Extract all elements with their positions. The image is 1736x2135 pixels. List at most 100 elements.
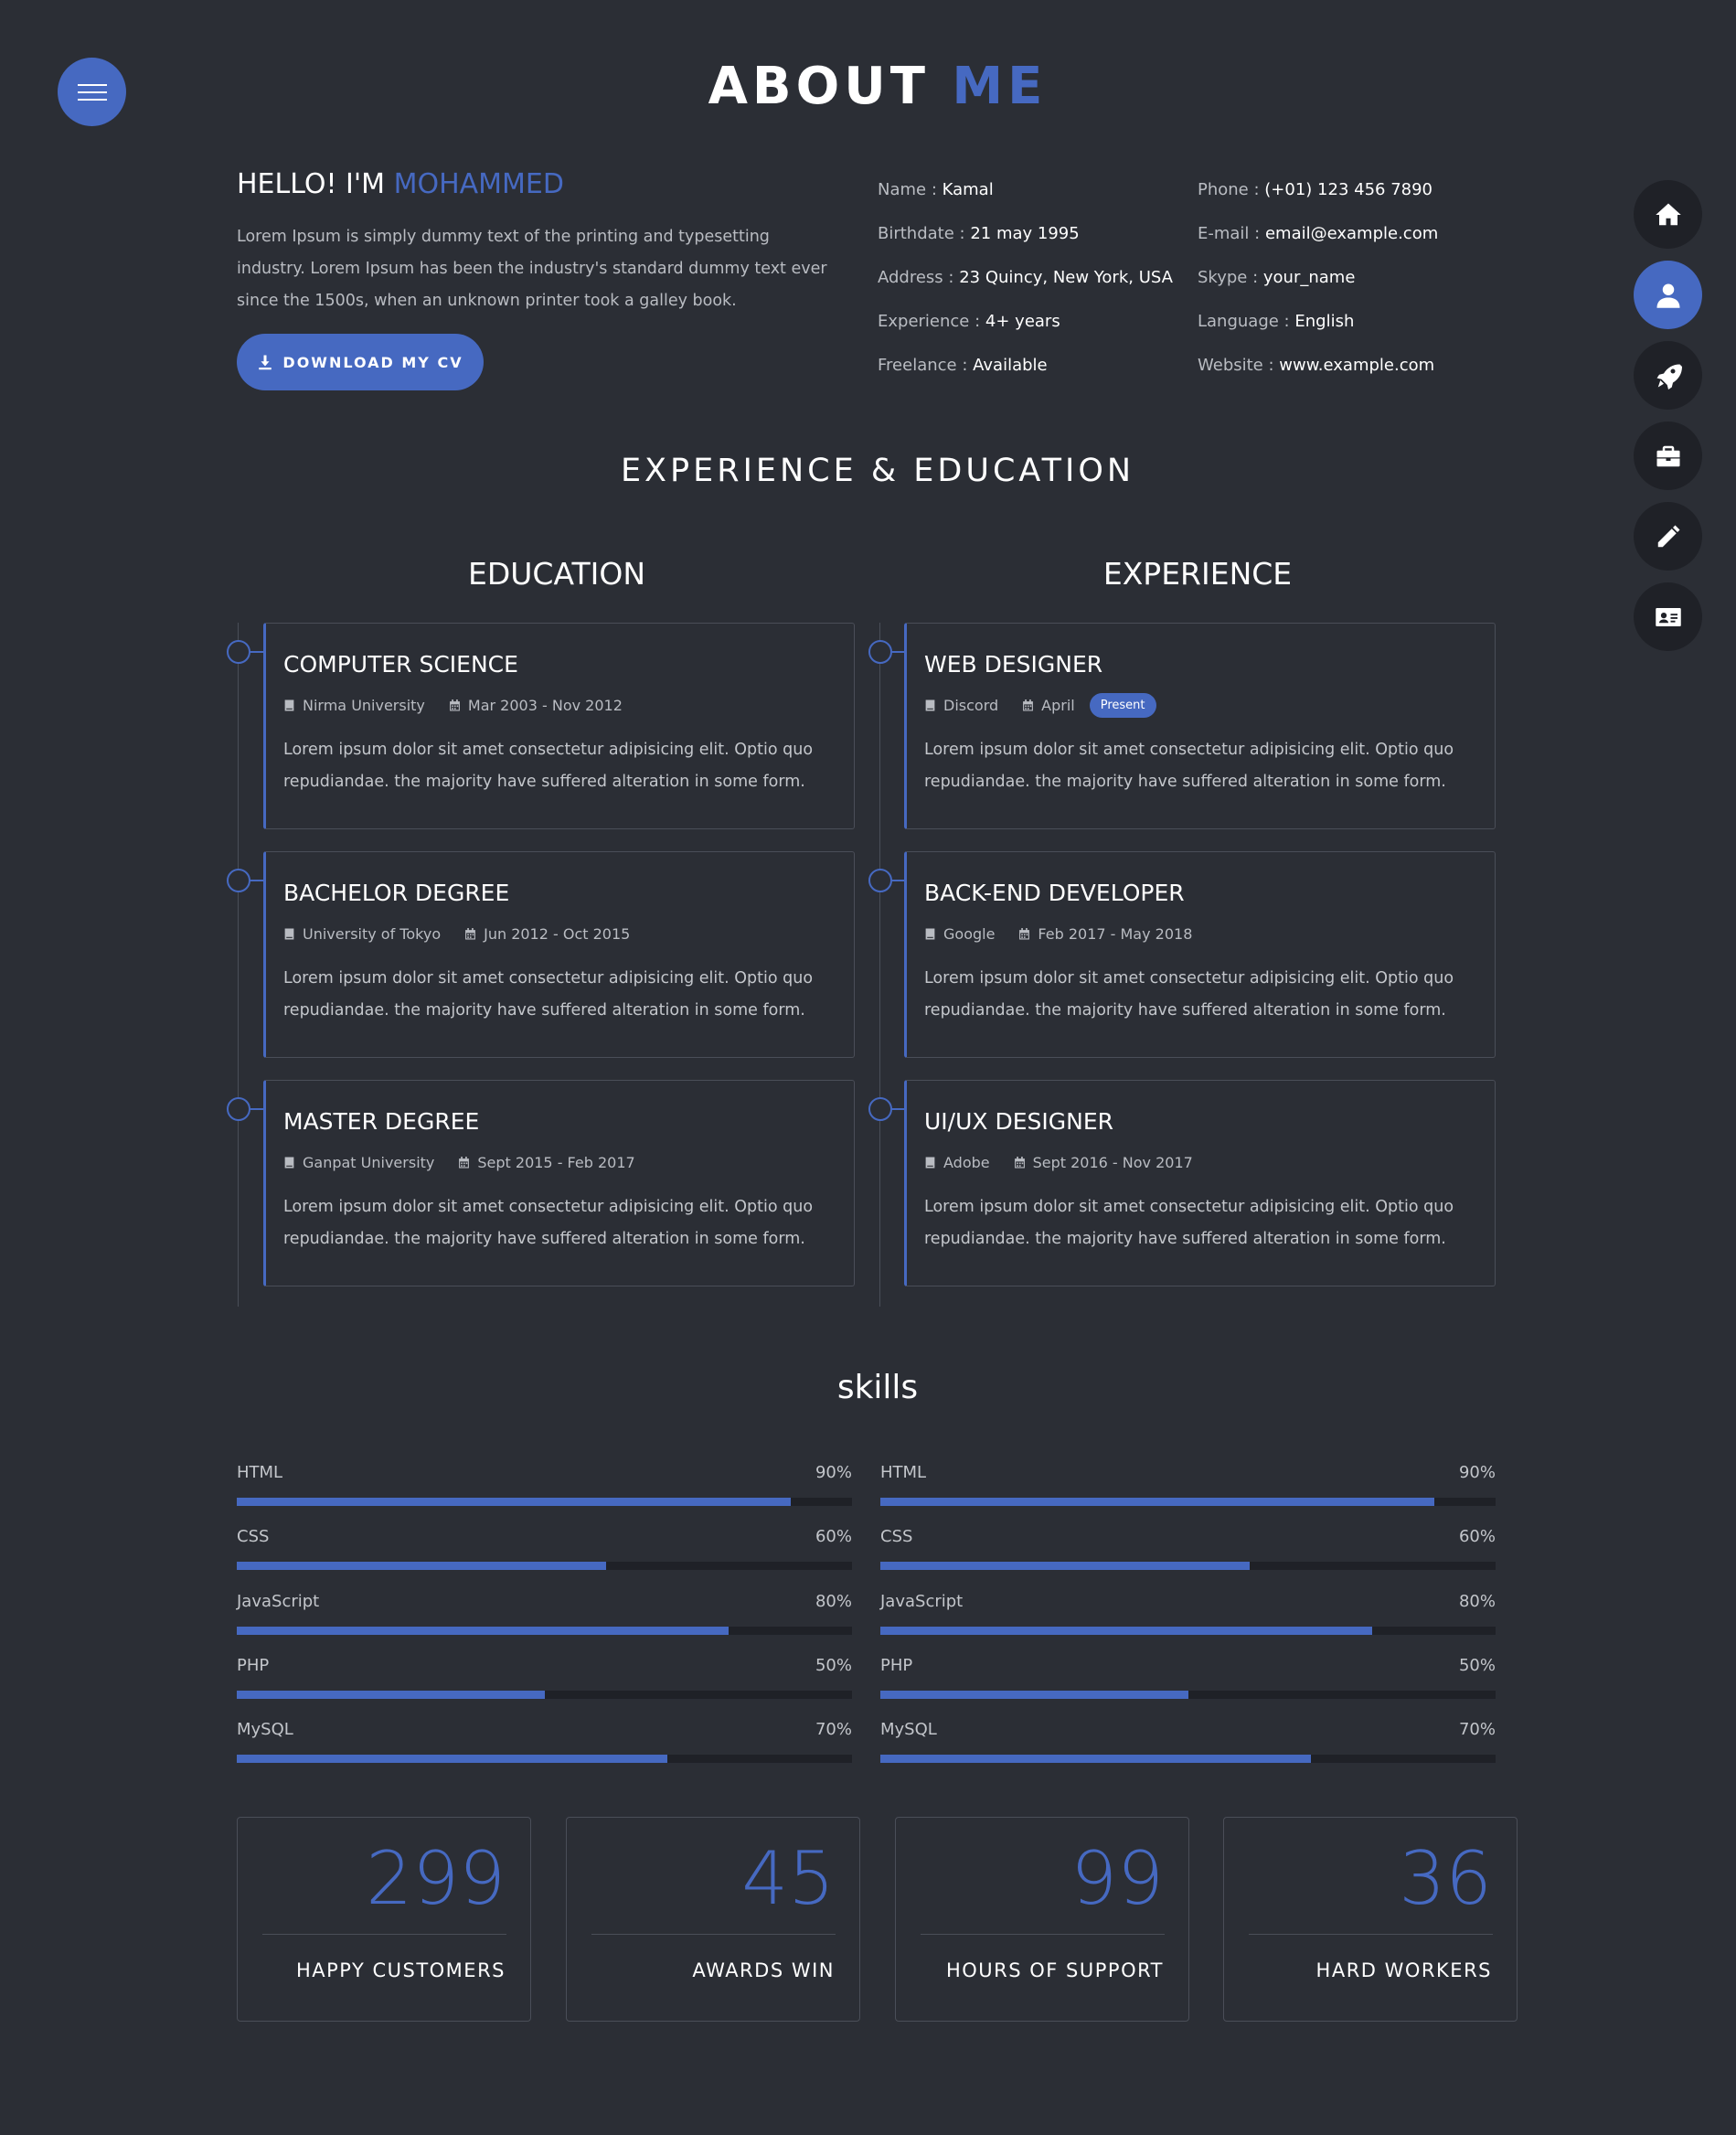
education-card: MASTER DEGREE Ganpat University Sept 201… bbox=[263, 1080, 855, 1286]
education-timeline bbox=[238, 623, 239, 1307]
card-title: BACK-END DEVELOPER bbox=[924, 880, 1185, 906]
skill-fill bbox=[880, 1562, 1250, 1570]
education-card: BACHELOR DEGREE University of Tokyo Jun … bbox=[263, 851, 855, 1058]
skill-fill bbox=[237, 1755, 668, 1763]
skill-fill bbox=[237, 1498, 791, 1506]
timeline-dot bbox=[227, 1097, 250, 1121]
skill-bar: MySQL 70% bbox=[880, 1720, 1496, 1763]
skill-fill bbox=[880, 1498, 1434, 1506]
page-title: ABOUT ME bbox=[708, 57, 1048, 116]
education-heading: EDUCATION bbox=[467, 556, 646, 592]
user-icon bbox=[1656, 283, 1679, 308]
card-text: Lorem ipsum dolor sit amet consectetur a… bbox=[283, 1198, 814, 1248]
info-list-left: Name : Kamal Birthdate : 21 may 1995 Add… bbox=[878, 180, 1173, 400]
skill-fill bbox=[880, 1755, 1312, 1763]
info-row: Name : Kamal bbox=[878, 180, 994, 199]
info-row: Language : English bbox=[1198, 312, 1355, 331]
book-icon bbox=[284, 699, 294, 710]
calendar-icon bbox=[459, 1156, 470, 1168]
info-row: Phone : (+01) 123 456 7890 bbox=[1198, 180, 1432, 199]
book-icon bbox=[925, 1157, 935, 1168]
card-text: Lorem ipsum dolor sit amet consectetur a… bbox=[924, 969, 1454, 1019]
skill-fill bbox=[880, 1691, 1188, 1699]
hello-heading: HELLO! I'M MOHAMMED bbox=[237, 168, 564, 200]
skill-fill bbox=[237, 1562, 606, 1570]
card-title: BACHELOR DEGREE bbox=[283, 880, 510, 906]
skill-fill bbox=[237, 1691, 545, 1699]
counter-number: 299 bbox=[366, 1836, 506, 1921]
id-card-icon bbox=[1655, 607, 1681, 626]
download-cv-button[interactable]: DOWNLOAD MY CV bbox=[237, 334, 484, 390]
calendar-icon bbox=[1023, 699, 1034, 710]
book-icon bbox=[925, 928, 935, 939]
info-row: Birthdate : 21 may 1995 bbox=[878, 224, 1080, 243]
experience-card: BACK-END DEVELOPER Google Feb 2017 - May… bbox=[904, 851, 1496, 1058]
calendar-icon bbox=[449, 699, 460, 710]
counter-number: 36 bbox=[1399, 1836, 1492, 1921]
card-text: Lorem ipsum dolor sit amet consectetur a… bbox=[283, 741, 814, 791]
book-icon bbox=[284, 1157, 294, 1168]
card-text: Lorem ipsum dolor sit amet consectetur a… bbox=[924, 741, 1454, 791]
experience-card: WEB DESIGNER Discord April Present Lorem… bbox=[904, 623, 1496, 829]
experience-timeline bbox=[879, 623, 880, 1307]
info-row: Freelance : Available bbox=[878, 356, 1048, 375]
card-title: WEB DESIGNER bbox=[924, 651, 1103, 678]
info-row: Website : www.example.com bbox=[1198, 356, 1435, 375]
info-row: Experience : 4+ years bbox=[878, 312, 1060, 331]
education-card: COMPUTER SCIENCE Nirma University Mar 20… bbox=[263, 623, 855, 829]
skill-bar: JavaScript 80% bbox=[237, 1592, 852, 1635]
skill-bar: PHP 50% bbox=[880, 1656, 1496, 1699]
counter-label: HARD WORKERS bbox=[1315, 1959, 1492, 1981]
rocket-icon bbox=[1656, 364, 1682, 390]
counter-label: HAPPY CUSTOMERS bbox=[295, 1959, 506, 1981]
home-icon bbox=[1655, 203, 1681, 225]
book-icon bbox=[925, 699, 935, 710]
nav-contact-button[interactable] bbox=[1634, 582, 1702, 651]
timeline-dot bbox=[868, 640, 892, 664]
nav-home-button[interactable] bbox=[1634, 180, 1702, 249]
skill-fill bbox=[880, 1627, 1373, 1635]
calendar-icon bbox=[465, 927, 476, 939]
skill-bar: HTML 90% bbox=[880, 1463, 1496, 1506]
side-navigation bbox=[1634, 180, 1702, 663]
skill-bar: CSS 60% bbox=[880, 1527, 1496, 1570]
timeline-dot bbox=[227, 640, 250, 664]
counter-label: HOURS OF SUPPORT bbox=[945, 1959, 1164, 1981]
card-title: COMPUTER SCIENCE bbox=[283, 651, 518, 678]
card-title: UI/UX DESIGNER bbox=[924, 1108, 1113, 1135]
timeline-dot bbox=[227, 869, 250, 892]
skill-bar: CSS 60% bbox=[237, 1527, 852, 1570]
calendar-icon bbox=[1014, 1156, 1025, 1168]
nav-about-button[interactable] bbox=[1634, 261, 1702, 329]
download-icon bbox=[259, 355, 272, 370]
skill-bar: HTML 90% bbox=[237, 1463, 852, 1506]
pencil-icon bbox=[1657, 525, 1679, 547]
skill-bar: JavaScript 80% bbox=[880, 1592, 1496, 1635]
book-icon bbox=[284, 928, 294, 939]
calendar-icon bbox=[1019, 927, 1030, 939]
intro-text: Lorem Ipsum is simply dummy text of the … bbox=[237, 228, 827, 310]
counter-number: 45 bbox=[741, 1836, 835, 1921]
card-text: Lorem ipsum dolor sit amet consectetur a… bbox=[283, 969, 814, 1019]
skill-fill bbox=[237, 1627, 730, 1635]
experience-heading: EXPERIENCE bbox=[1102, 556, 1293, 592]
counter-card: 36 HARD WORKERS bbox=[1223, 1817, 1518, 2022]
counter-card: 45 AWARDS WIN bbox=[566, 1817, 860, 2022]
timeline-dot bbox=[868, 1097, 892, 1121]
experience-card: UI/UX DESIGNER Adobe Sept 2016 - Nov 201… bbox=[904, 1080, 1496, 1286]
counter-card: 299 HAPPY CUSTOMERS bbox=[237, 1817, 531, 2022]
nav-blog-button[interactable] bbox=[1634, 502, 1702, 571]
info-list-right: Phone : (+01) 123 456 7890 E-mail : emai… bbox=[1198, 180, 1438, 400]
card-title: MASTER DEGREE bbox=[283, 1108, 480, 1135]
counter-label: AWARDS WIN bbox=[692, 1959, 835, 1981]
info-row: Address : 23 Quincy, New York, USA bbox=[878, 268, 1173, 287]
timeline-dot bbox=[868, 869, 892, 892]
nav-services-button[interactable] bbox=[1634, 341, 1702, 410]
counter-number: 99 bbox=[1070, 1836, 1164, 1921]
present-badge: Present bbox=[1089, 692, 1156, 718]
resume-section-title: EXPERIENCE & EDUCATION bbox=[620, 453, 1135, 489]
info-row: E-mail : email@example.com bbox=[1198, 224, 1439, 243]
card-text: Lorem ipsum dolor sit amet consectetur a… bbox=[924, 1198, 1454, 1248]
skills-title: skills bbox=[836, 1369, 919, 1406]
info-row: Skype : your_name bbox=[1198, 268, 1356, 287]
